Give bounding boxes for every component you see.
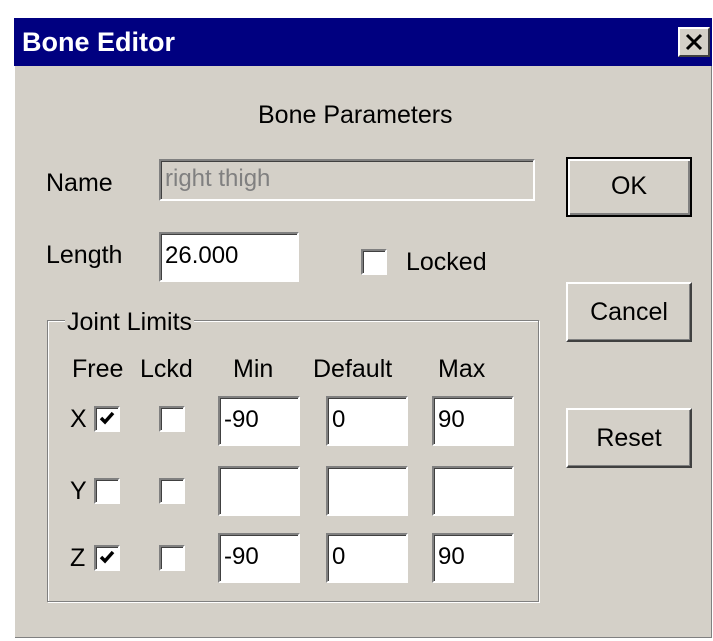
y-default-field[interactable] xyxy=(326,466,408,516)
close-button[interactable] xyxy=(678,27,710,57)
axis-y-label: Y xyxy=(70,477,87,505)
x-default-field[interactable]: 0 xyxy=(326,396,408,446)
title-bar[interactable]: Bone Editor xyxy=(14,18,712,66)
bone-parameters-heading: Bone Parameters xyxy=(258,101,453,129)
cancel-button[interactable]: Cancel xyxy=(566,282,692,342)
x-free-checkbox[interactable] xyxy=(94,406,120,432)
ok-button[interactable]: OK xyxy=(566,157,692,217)
locked-checkbox[interactable] xyxy=(361,249,387,275)
header-locked: Lckd xyxy=(140,355,193,383)
y-free-checkbox[interactable] xyxy=(94,478,120,504)
checkmark-icon xyxy=(99,411,115,425)
x-locked-checkbox[interactable] xyxy=(159,406,185,432)
y-locked-checkbox[interactable] xyxy=(159,478,185,504)
x-max-field[interactable]: 90 xyxy=(432,396,514,446)
x-min-field[interactable]: -90 xyxy=(218,396,300,446)
length-label: Length xyxy=(46,241,123,269)
window-title: Bone Editor xyxy=(22,27,175,57)
z-min-field[interactable]: -90 xyxy=(218,533,300,583)
z-max-field[interactable]: 90 xyxy=(432,533,514,583)
close-x-icon xyxy=(685,33,703,51)
checkmark-icon xyxy=(99,550,115,564)
axis-x-label: X xyxy=(70,405,87,433)
joint-limits-title: Joint Limits xyxy=(65,308,195,336)
length-field[interactable]: 26.000 xyxy=(159,232,299,282)
header-min: Min xyxy=(233,355,274,383)
header-max: Max xyxy=(438,355,486,383)
header-default: Default xyxy=(313,355,393,383)
locked-label: Locked xyxy=(406,248,487,276)
bone-editor-dialog: Bone Editor Bone Parameters Name right t… xyxy=(14,18,712,638)
reset-button[interactable]: Reset xyxy=(566,408,692,468)
axis-z-label: Z xyxy=(70,544,86,572)
z-locked-checkbox[interactable] xyxy=(159,545,185,571)
z-default-field[interactable]: 0 xyxy=(326,533,408,583)
header-free: Free xyxy=(72,355,124,383)
name-field[interactable]: right thigh xyxy=(159,159,535,201)
y-max-field[interactable] xyxy=(432,466,514,516)
name-label: Name xyxy=(46,169,113,197)
y-min-field[interactable] xyxy=(218,466,300,516)
z-free-checkbox[interactable] xyxy=(94,545,120,571)
